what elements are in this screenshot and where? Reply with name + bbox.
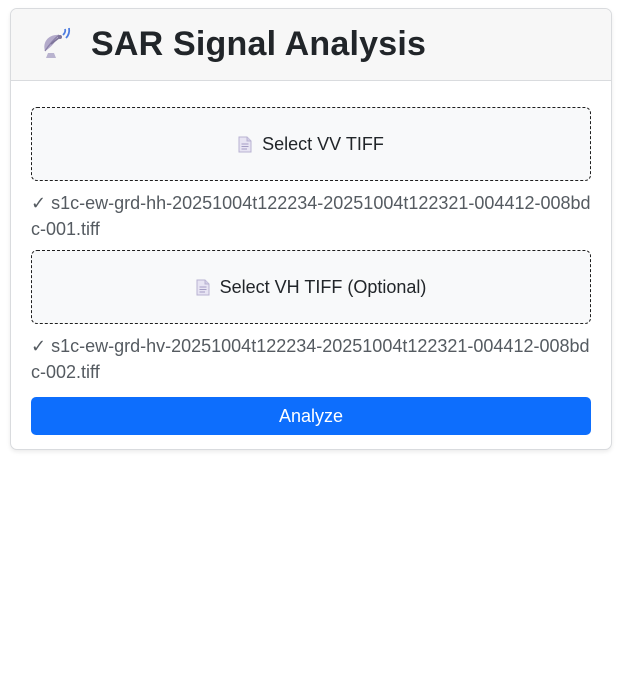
vh-selected-file: ✓ s1c-ew-grd-hv-20251004t122234-20251004…	[31, 336, 590, 382]
page-title: SAR Signal Analysis	[91, 25, 427, 63]
card-header: SAR Signal Analysis	[11, 9, 611, 81]
select-vv-tiff-button[interactable]: Select VV TIFF	[31, 107, 591, 181]
satellite-dish-icon	[39, 27, 75, 63]
analysis-card: SAR Signal Analysis Select VV TIFF ✓ s1c…	[10, 8, 612, 450]
select-vh-label: Select VH TIFF (Optional)	[219, 276, 427, 297]
select-vh-tiff-button[interactable]: Select VH TIFF (Optional)	[31, 250, 591, 324]
document-icon	[196, 279, 210, 296]
analyze-button[interactable]: Analyze	[31, 397, 591, 435]
document-icon	[238, 136, 252, 153]
card-body: Select VV TIFF ✓ s1c-ew-grd-hh-20251004t…	[11, 81, 611, 435]
select-vv-label: Select VV TIFF	[262, 133, 384, 154]
vv-selected-file: ✓ s1c-ew-grd-hh-20251004t122234-20251004…	[31, 193, 591, 239]
